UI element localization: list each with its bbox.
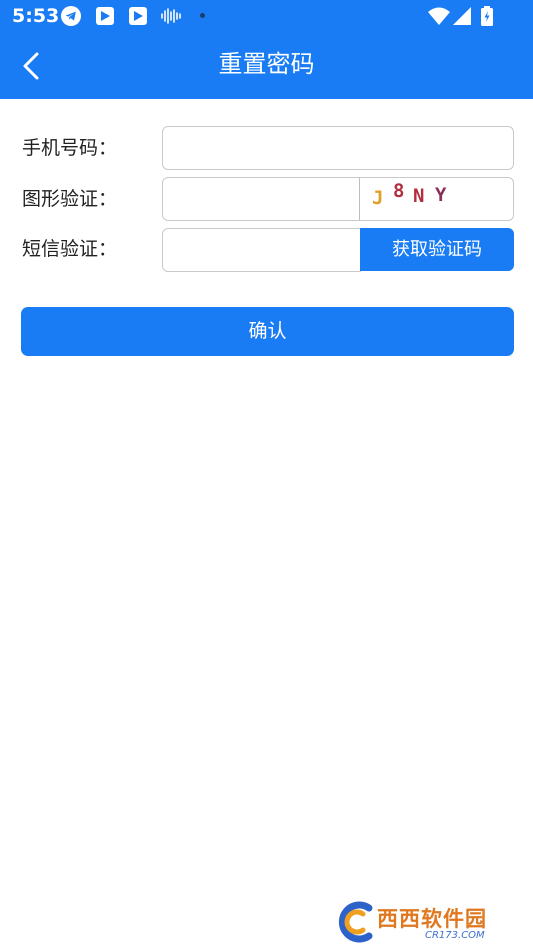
battery-icon (481, 6, 493, 26)
sms-input[interactable] (163, 229, 360, 271)
sms-label: 短信验证： (22, 238, 118, 260)
captcha-image[interactable]: J 8 N Y (359, 177, 514, 221)
captcha-input[interactable] (163, 178, 359, 220)
wifi-icon (428, 7, 450, 25)
audio-wave-icon (161, 8, 181, 24)
get-code-button[interactable]: 获取验证码 (360, 228, 514, 271)
phone-input[interactable] (163, 127, 513, 169)
watermark-logo: 西西软件园 CR173.COM (333, 900, 513, 944)
play-store-icon (96, 7, 114, 25)
status-time: 5:53 (12, 5, 60, 27)
captcha-char: J (372, 187, 384, 209)
dot-icon (200, 13, 205, 18)
captcha-char: N (413, 185, 425, 207)
captcha-label: 图形验证： (22, 188, 118, 210)
phone-field (162, 126, 514, 170)
status-bar: 5:53 (0, 0, 533, 32)
watermark-subtext: CR173.COM (425, 930, 485, 941)
sms-field (162, 228, 361, 272)
captcha-char: 8 (393, 180, 405, 202)
nav-bar: 重置密码 (0, 32, 533, 99)
captcha-field (162, 177, 360, 221)
top-bar: 5:53 重置密码 (0, 0, 533, 99)
captcha-char: Y (435, 184, 447, 206)
phone-label: 手机号码： (22, 137, 118, 159)
play-store-icon (129, 7, 147, 25)
telegram-icon (61, 6, 81, 26)
page-title: 重置密码 (218, 50, 315, 78)
watermark-text: 西西软件园 (377, 907, 487, 931)
confirm-button[interactable]: 确认 (21, 307, 514, 356)
signal-icon (453, 7, 471, 25)
